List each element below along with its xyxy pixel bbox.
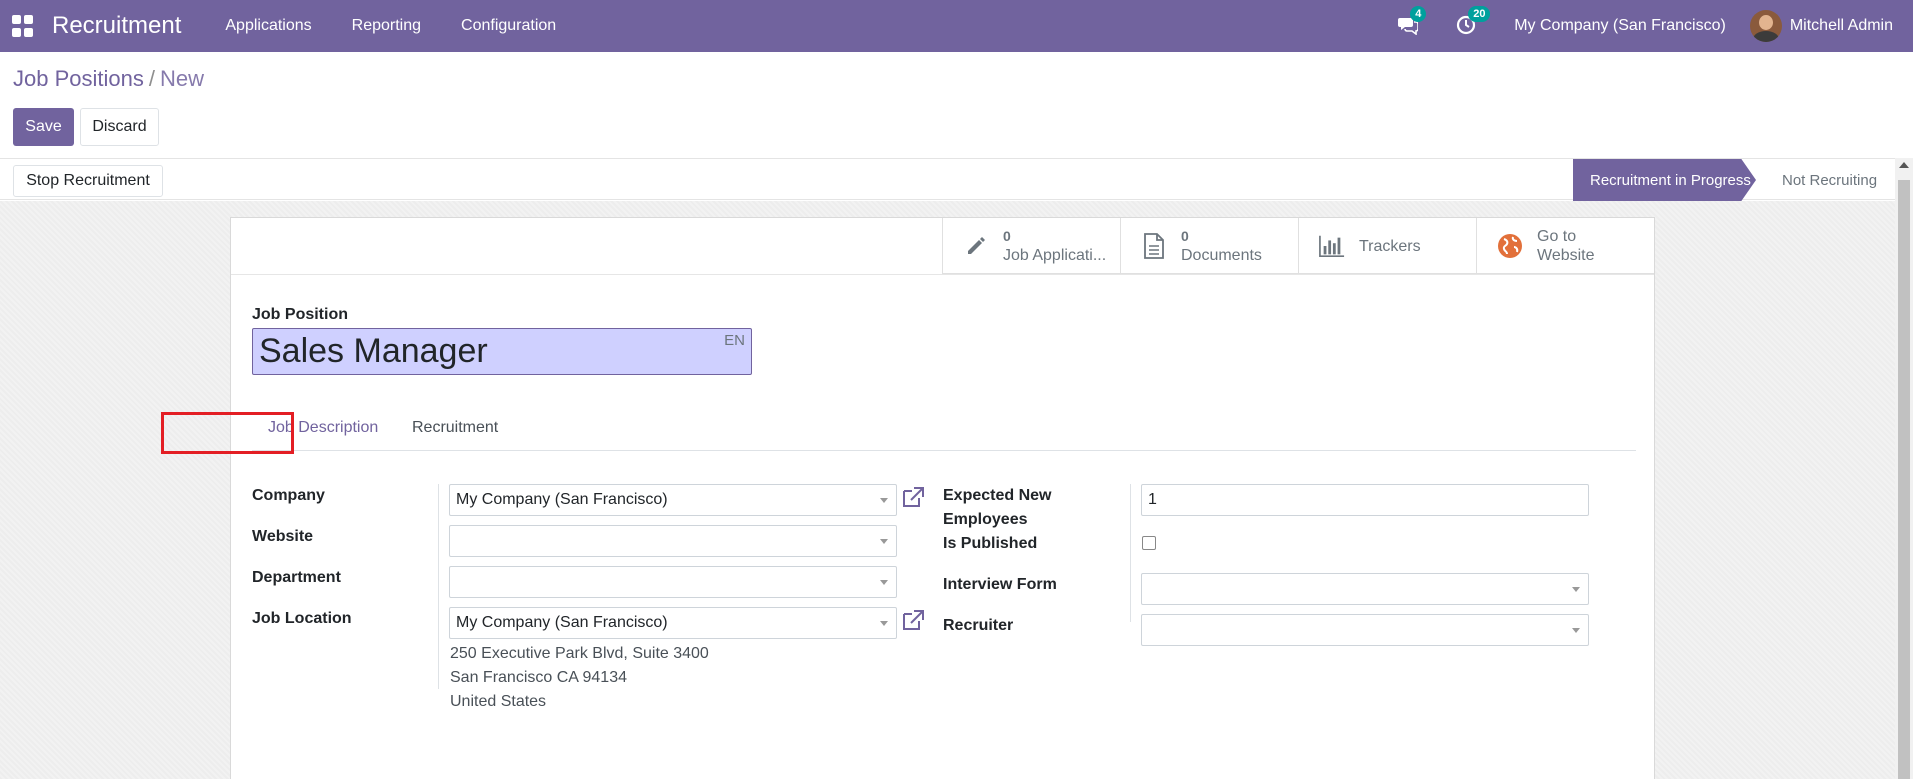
documents-count: 0 — [1181, 228, 1189, 244]
globe-icon — [1497, 233, 1523, 259]
website-label: Website — [1537, 247, 1595, 264]
left-group-divider — [438, 484, 439, 689]
trackers-smart-button[interactable]: Trackers — [1298, 218, 1476, 274]
breadcrumb-current: New — [159, 66, 204, 91]
tab-recruitment[interactable]: Recruitment — [412, 419, 498, 437]
interview-form-label: Interview Form — [943, 576, 1057, 593]
sheet-header-divider — [231, 274, 1654, 275]
is-published-label: Is Published — [943, 535, 1038, 552]
website-label: Website — [252, 528, 314, 545]
go-to-label: Go to — [1537, 228, 1577, 245]
save-button[interactable]: Save — [13, 108, 74, 146]
job-position-input[interactable]: Sales Manager EN — [252, 328, 752, 375]
activities-badge: 20 — [1468, 6, 1491, 22]
stop-recruitment-button[interactable]: Stop Recruitment — [13, 165, 163, 197]
pencil-icon — [963, 234, 989, 258]
document-icon — [1141, 233, 1167, 259]
recruiter-label: Recruiter — [943, 617, 1014, 634]
company-select[interactable]: My Company (San Francisco) — [449, 484, 897, 516]
job-location-select[interactable]: My Company (San Francisco) — [449, 607, 897, 639]
chevron-down-icon — [880, 498, 888, 503]
expected-employees-value: 1 — [1148, 491, 1157, 508]
department-label: Department — [252, 569, 341, 586]
chevron-down-icon — [1572, 587, 1580, 592]
address-line: United States — [450, 693, 547, 710]
recruiter-select[interactable] — [1141, 614, 1589, 646]
job-location-address: 250 Executive Park Blvd, Suite 3400 San … — [450, 642, 709, 714]
discard-button[interactable]: Discard — [80, 108, 159, 146]
documents-label: Documents — [1181, 247, 1262, 264]
breadcrumb: Job Positions / New — [13, 66, 204, 92]
top-navbar: Recruitment Applications Reporting Confi… — [0, 0, 1913, 52]
expected-label-line: Employees — [943, 511, 1028, 528]
form-tabs: Job Description Recruitment — [252, 411, 1636, 451]
expected-employees-label: Expected New Employees — [943, 484, 1051, 532]
department-select[interactable] — [449, 566, 897, 598]
menu-configuration[interactable]: Configuration — [461, 17, 556, 35]
stage-recruitment-in-progress[interactable]: Recruitment in Progress — [1573, 159, 1756, 201]
expected-label-line: Expected New — [943, 487, 1052, 504]
company-value: My Company (San Francisco) — [456, 491, 668, 508]
navbar-systray: 4 20 My Company (San Francisco) Mitchell… — [1380, 0, 1913, 52]
bar-chart-icon — [1319, 234, 1345, 258]
chevron-down-icon — [1572, 628, 1580, 633]
menu-reporting[interactable]: Reporting — [352, 17, 421, 35]
user-avatar[interactable] — [1749, 10, 1782, 42]
external-link-icon[interactable] — [901, 609, 925, 631]
company-switcher[interactable]: My Company (San Francisco) — [1514, 17, 1726, 35]
job-location-label: Job Location — [252, 610, 352, 627]
job-applications-label: Job Applicati... — [1003, 247, 1107, 264]
is-published-checkbox[interactable] — [1142, 536, 1156, 550]
recruitment-tab-highlight — [161, 412, 294, 454]
chevron-down-icon — [880, 539, 888, 544]
external-link-icon[interactable] — [901, 486, 925, 508]
job-position-label: Job Position — [252, 306, 348, 323]
job-applications-count: 0 — [1003, 228, 1011, 244]
activities-button[interactable]: 20 — [1456, 6, 1491, 37]
breadcrumb-separator: / — [148, 66, 155, 91]
scroll-thumb[interactable] — [1898, 180, 1910, 779]
smart-button-box: 0 Job Applicati... 0 Documents Trackers Go… — [942, 218, 1654, 274]
messages-button[interactable]: 4 — [1398, 6, 1427, 37]
job-applications-smart-button[interactable]: 0 Job Applicati... — [942, 218, 1120, 274]
statusbar: Stop Recruitment Recruitment in Progress… — [0, 158, 1895, 201]
vertical-scrollbar[interactable] — [1895, 158, 1913, 779]
user-menu[interactable]: Mitchell Admin — [1790, 17, 1893, 35]
address-line: 250 Executive Park Blvd, Suite 3400 — [450, 645, 709, 662]
company-label: Company — [252, 487, 325, 504]
messages-badge: 4 — [1410, 6, 1427, 22]
website-select[interactable] — [449, 525, 897, 557]
apps-menu-icon[interactable] — [12, 15, 34, 37]
breadcrumb-job-positions[interactable]: Job Positions — [13, 66, 144, 91]
chevron-down-icon — [880, 621, 888, 626]
job-location-value: My Company (San Francisco) — [456, 614, 668, 631]
stage-not-recruiting[interactable]: Not Recruiting — [1782, 159, 1877, 201]
address-line: San Francisco CA 94134 — [450, 669, 627, 686]
expected-employees-input[interactable]: 1 — [1141, 484, 1589, 516]
form-sheet: 0 Job Applicati... 0 Documents Trackers Go… — [230, 217, 1655, 779]
job-position-value: Sales Manager — [259, 332, 488, 370]
trackers-label: Trackers — [1359, 237, 1421, 255]
scroll-up-arrow-icon[interactable] — [1899, 162, 1909, 168]
interview-form-select[interactable] — [1141, 573, 1589, 605]
chevron-down-icon — [880, 580, 888, 585]
documents-smart-button[interactable]: 0 Documents — [1120, 218, 1298, 274]
menu-applications[interactable]: Applications — [225, 17, 311, 35]
go-to-website-smart-button[interactable]: Go to Website — [1476, 218, 1654, 274]
app-title[interactable]: Recruitment — [52, 12, 181, 40]
language-button[interactable]: EN — [724, 332, 745, 349]
right-group-divider — [1130, 484, 1131, 622]
